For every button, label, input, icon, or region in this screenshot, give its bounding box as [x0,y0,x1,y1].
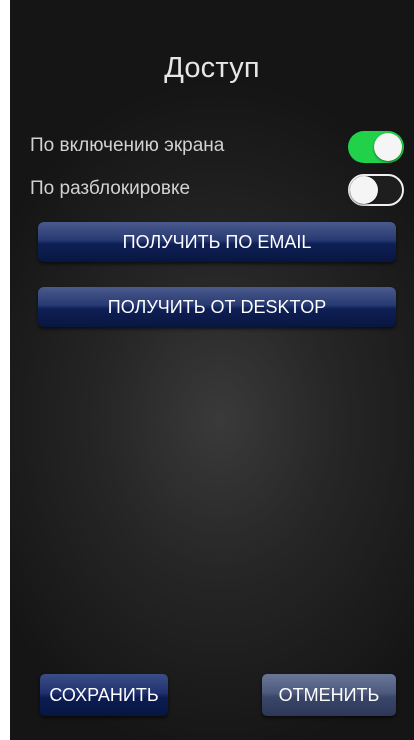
cancel-button[interactable]: ОТМЕНИТЬ [262,674,396,716]
toggle-knob [374,133,402,161]
page-title: Доступ [164,52,260,84]
access-screen: Доступ По включению экрана По разблокиро… [10,0,414,740]
save-button[interactable]: СОХРАНИТЬ [40,674,168,716]
toggle-knob [350,176,378,204]
get-by-email-button[interactable]: ПОЛУЧИТЬ ПО EMAIL [38,222,396,262]
on-screen-label: По включению экрана [30,135,225,156]
on-unlock-label: По разблокировке [30,178,191,199]
on-screen-toggle[interactable] [348,131,404,163]
on-unlock-toggle[interactable] [348,174,404,206]
get-from-desktop-button[interactable]: ПОЛУЧИТЬ ОТ DESKTOP [38,287,396,327]
